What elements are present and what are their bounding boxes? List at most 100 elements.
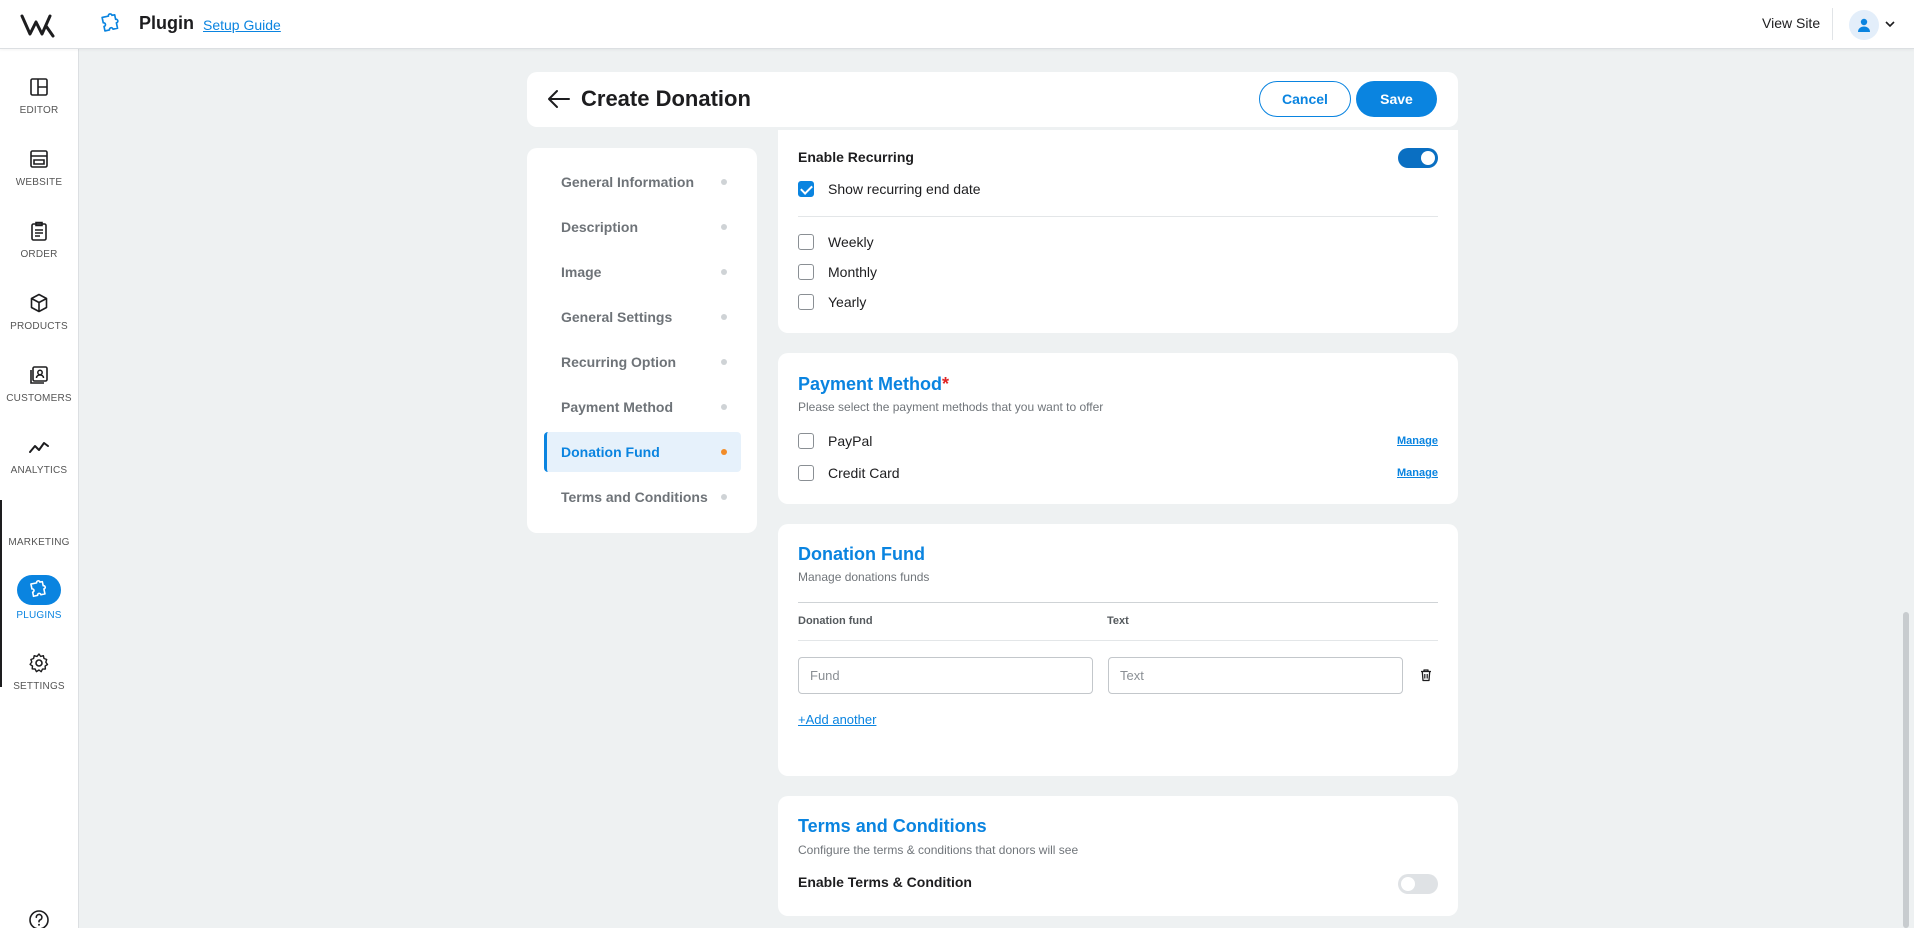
step-label: Recurring Option (561, 354, 677, 370)
page-header: Create Donation Cancel Save (527, 72, 1458, 127)
column-header-donation-fund: Donation fund (798, 615, 873, 627)
trend-icon (27, 435, 51, 459)
required-mark: * (942, 374, 950, 394)
table-header-bottom-border (798, 640, 1438, 641)
question-icon[interactable] (28, 909, 50, 928)
sidebar-item-marketing[interactable]: MARKETING (0, 503, 78, 567)
step-label: Payment Method (561, 399, 674, 415)
save-button[interactable]: Save (1356, 81, 1437, 117)
credit-card-manage-link[interactable]: Manage (1397, 467, 1438, 479)
donation-fund-subtitle: Manage donations funds (798, 570, 930, 584)
add-another-link[interactable]: +Add another (798, 712, 876, 727)
payment-method-title: Payment Method* (798, 374, 949, 395)
enable-recurring-toggle[interactable] (1398, 148, 1438, 168)
show-end-date-checkbox[interactable] (798, 181, 814, 197)
step-status-dot (721, 404, 727, 410)
step-label: Description (561, 219, 639, 235)
top-bar: Plugin Setup Guide View Site (0, 0, 1914, 49)
step-donation-fund[interactable]: Donation Fund (544, 432, 741, 472)
step-status-dot (721, 494, 727, 500)
paypal-label: PayPal (828, 433, 873, 449)
donation-fund-card: Donation Fund Manage donations funds Don… (778, 524, 1458, 776)
fund-input[interactable] (798, 657, 1093, 694)
puzzle-icon (101, 13, 119, 32)
terms-subtitle: Configure the terms & conditions that do… (798, 843, 1079, 857)
step-recurring-option[interactable]: Recurring Option (544, 342, 741, 382)
step-label: General Settings (561, 309, 673, 325)
avatar[interactable] (1849, 10, 1879, 40)
sidebar-item-settings[interactable]: SETTINGS (0, 647, 78, 711)
step-general-information[interactable]: General Information (544, 162, 741, 202)
step-label: Image (561, 264, 602, 280)
yearly-checkbox[interactable] (798, 294, 814, 310)
layout-icon (27, 75, 51, 99)
step-label: Donation Fund (561, 444, 660, 460)
step-image[interactable]: Image (544, 252, 741, 292)
yearly-label: Yearly (828, 294, 867, 310)
column-header-text: Text (1107, 615, 1129, 627)
terms-card: Terms and Conditions Configure the terms… (778, 796, 1458, 916)
puzzle-icon (17, 575, 61, 605)
sidebar-item-label: ORDER (20, 249, 58, 260)
page-scrollbar[interactable] (1903, 612, 1909, 928)
weekly-checkbox[interactable] (798, 234, 814, 250)
sidebar-item-editor[interactable]: EDITOR (0, 71, 78, 135)
sidebar-item-label: ANALYTICS (10, 465, 68, 476)
terms-title: Terms and Conditions (798, 816, 987, 836)
show-end-date-label: Show recurring end date (828, 181, 981, 197)
chevron-down-icon[interactable] (1884, 18, 1896, 30)
user-icon (1858, 18, 1870, 32)
text-input[interactable] (1108, 657, 1403, 694)
sidebar-item-label: CUSTOMERS (6, 393, 72, 404)
page-title: Create Donation (581, 86, 751, 111)
sidebar-item-label: EDITOR (19, 105, 59, 116)
back-arrow-icon[interactable] (547, 88, 571, 110)
weekly-label: Weekly (828, 234, 874, 250)
sidebar-item-analytics[interactable]: ANALYTICS (0, 431, 78, 495)
steps-nav: General Information Description Image Ge… (527, 148, 757, 533)
donation-fund-title: Donation Fund (798, 544, 925, 564)
sidebar: EDITOR WEBSITE ORDER PRODUCTS CUSTOMERS … (0, 49, 79, 928)
step-general-settings[interactable]: General Settings (544, 297, 741, 337)
setup-guide-link[interactable]: Setup Guide (203, 17, 281, 33)
recurring-option-card: Enable Recurring Show recurring end date… (778, 130, 1458, 333)
sidebar-item-customers[interactable]: CUSTOMERS (0, 359, 78, 423)
sidebar-item-label: WEBSITE (15, 177, 63, 188)
enable-terms-toggle[interactable] (1398, 874, 1438, 894)
enable-recurring-label: Enable Recurring (798, 149, 914, 165)
table-header-top-border (798, 602, 1438, 603)
step-status-dot (721, 359, 727, 365)
sidebar-item-website[interactable]: WEBSITE (0, 143, 78, 207)
paypal-checkbox[interactable] (798, 433, 814, 449)
payment-method-card: Payment Method* Please select the paymen… (778, 353, 1458, 504)
divider (798, 216, 1438, 217)
step-label: Terms and Conditions (561, 489, 708, 505)
payment-method-subtitle: Please select the payment methods that y… (798, 400, 1104, 414)
sidebar-item-order[interactable]: ORDER (0, 215, 78, 279)
trash-icon[interactable] (1419, 668, 1433, 682)
step-status-dot (721, 179, 727, 185)
view-site-link[interactable]: View Site (1762, 15, 1820, 31)
step-status-dot (721, 449, 727, 455)
sidebar-item-label: PRODUCTS (10, 321, 68, 332)
sidebar-item-label: SETTINGS (13, 681, 65, 692)
credit-card-checkbox[interactable] (798, 465, 814, 481)
sidebar-item-label: PLUGINS (16, 610, 62, 621)
monthly-label: Monthly (828, 264, 878, 280)
step-status-dot (721, 269, 727, 275)
step-status-dot (721, 224, 727, 230)
step-description[interactable]: Description (544, 207, 741, 247)
credit-card-label: Credit Card (828, 465, 900, 481)
topbar-divider (1832, 8, 1833, 40)
step-terms-and-conditions[interactable]: Terms and Conditions (544, 477, 741, 517)
monthly-checkbox[interactable] (798, 264, 814, 280)
step-payment-method[interactable]: Payment Method (544, 387, 741, 427)
gear-icon (27, 651, 51, 675)
paypal-manage-link[interactable]: Manage (1397, 435, 1438, 447)
megaphone-icon (27, 507, 51, 531)
cancel-button[interactable]: Cancel (1259, 81, 1351, 117)
contacts-icon (27, 363, 51, 387)
sidebar-item-plugins[interactable]: PLUGINS (0, 574, 78, 638)
w-logo[interactable] (20, 12, 58, 38)
sidebar-item-products[interactable]: PRODUCTS (0, 287, 78, 351)
